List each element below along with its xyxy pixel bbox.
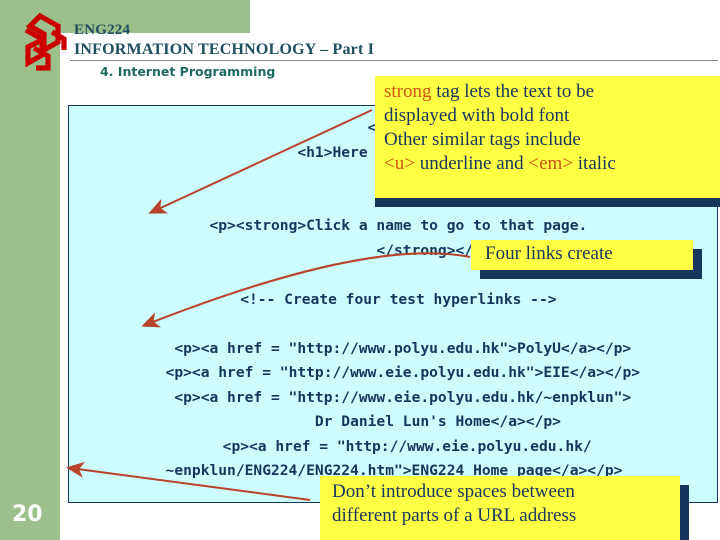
slide-number: 20: [12, 502, 43, 527]
callout-strong-line1: strong tag lets the text to be: [384, 80, 720, 104]
callout-strong-line2: displayed with bold font: [384, 105, 570, 126]
callout-strong-line4: <u> underline and <em> italic: [384, 152, 720, 176]
polyu-logo: [24, 12, 67, 71]
callout-strong-line4-mid: underline and: [414, 153, 529, 174]
callout-shadow-bottom: [480, 270, 702, 279]
callout-strong-line1-rest: tag lets the text to be: [431, 81, 595, 102]
callout-strong-line4-end: italic: [573, 153, 616, 174]
keyword-u-tag: <u>: [384, 153, 415, 174]
callout-no-spaces-line1: Don’t introduce spaces between: [332, 481, 575, 502]
page-title: INFORMATION TECHNOLOGY – Part I: [74, 41, 375, 58]
callout-strong-line3: Other similar tags include: [384, 129, 581, 150]
callout-shadow-right: [680, 485, 689, 540]
keyword-strong: strong: [384, 81, 432, 102]
callout-shadow: [375, 198, 720, 207]
header-subtitle: 4. Internet Programming: [100, 64, 276, 79]
callout-no-spaces-line2: different parts of a URL address: [332, 505, 577, 526]
callout-no-spaces: Don’t introduce spaces between different…: [320, 476, 689, 540]
callout-four-links: Four links create: [471, 240, 702, 279]
keyword-em-tag: <em>: [528, 153, 574, 174]
slide-canvas: ENG224 INFORMATION TECHNOLOGY – Part I 4…: [0, 0, 720, 540]
callout-strong-tag: strong tag lets the text to be displayed…: [375, 76, 720, 207]
header-course-code: ENG224: [74, 22, 131, 38]
green-sidebar-band: [0, 33, 60, 540]
callout-four-links-text: Four links create: [485, 243, 613, 264]
header-divider: [70, 60, 718, 61]
